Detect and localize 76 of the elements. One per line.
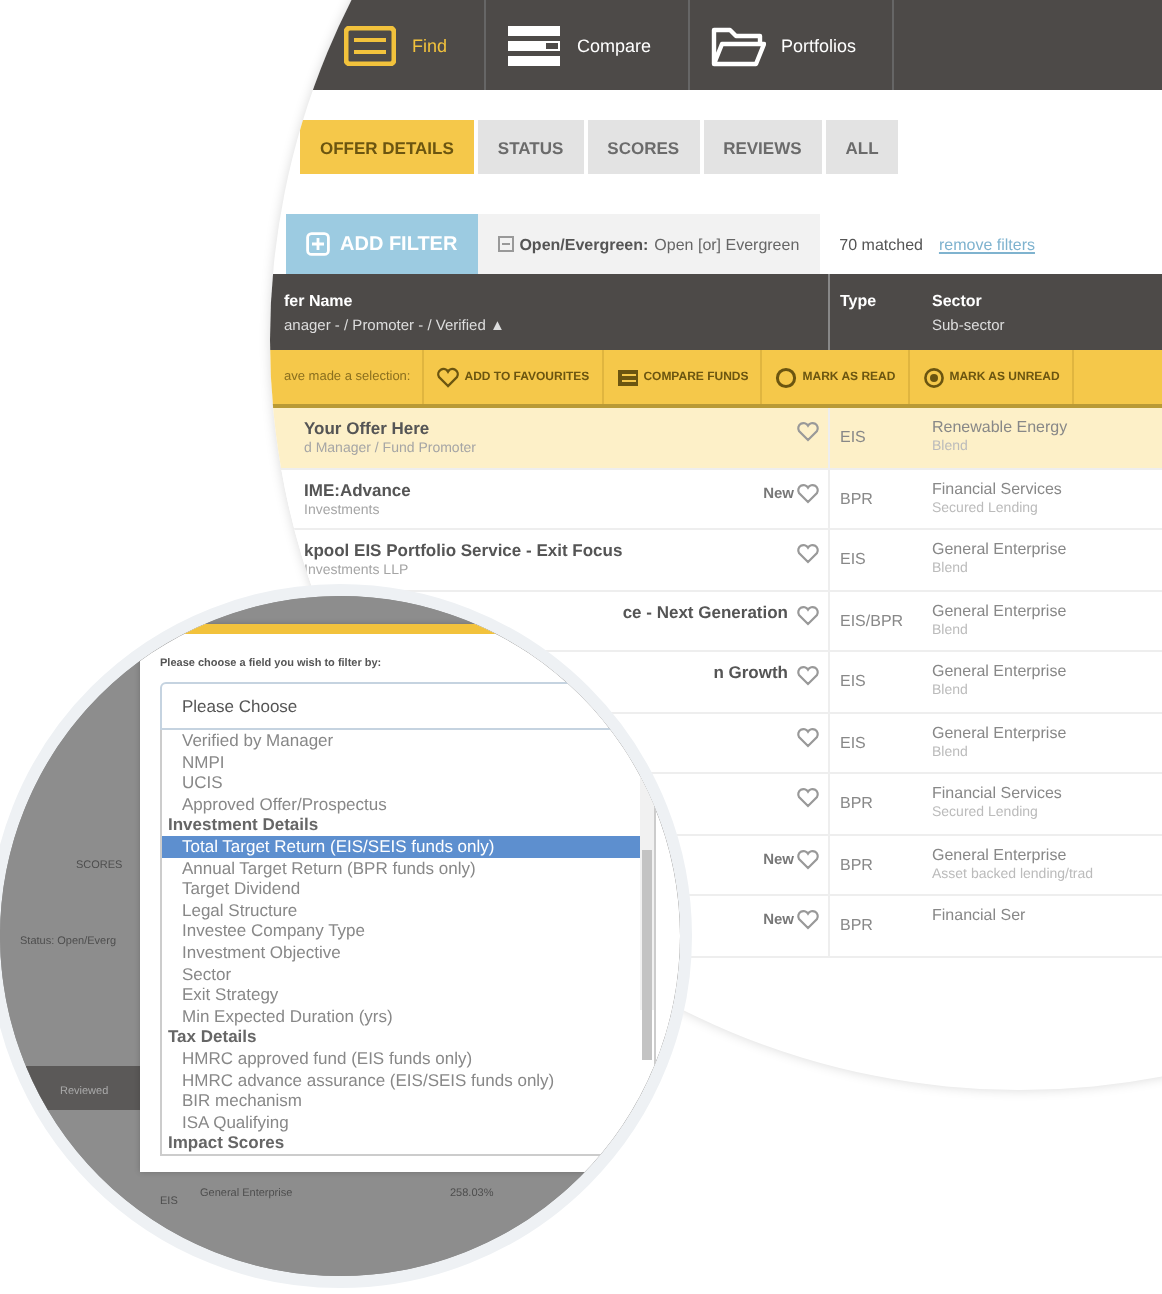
option[interactable]: Total Target Return (EIS/SEIS funds only) bbox=[162, 835, 640, 858]
tab[interactable]: STATUS bbox=[477, 120, 584, 174]
fund-type: BPR bbox=[840, 489, 873, 508]
heart-icon bbox=[796, 420, 820, 442]
column-header[interactable]: fer Name bbox=[284, 292, 828, 310]
offer-name[interactable]: n Growth bbox=[713, 662, 788, 682]
option[interactable]: UCIS bbox=[162, 772, 640, 794]
option-group-label: Tax Details bbox=[166, 1026, 259, 1048]
tab[interactable]: REVIEWS bbox=[703, 120, 822, 174]
heart-icon bbox=[796, 481, 820, 503]
option[interactable]: Legal Structure bbox=[162, 899, 640, 921]
heart-icon bbox=[796, 542, 820, 564]
nav-tab[interactable]: Portfolios bbox=[689, 0, 895, 90]
offer-name[interactable]: Your Offer Here bbox=[304, 418, 476, 438]
sector-name: General Enterprise bbox=[932, 723, 1069, 741]
match-count: 70 matched bbox=[839, 235, 923, 253]
option[interactable]: Exit Strategy bbox=[162, 984, 640, 1006]
column-header[interactable]: Type bbox=[840, 292, 924, 310]
option[interactable]: HMRC approved fund (EIS funds only) bbox=[162, 1047, 640, 1069]
sector-name: Renewable Energy bbox=[932, 418, 1070, 436]
fund-type: BPR bbox=[840, 916, 873, 935]
tab[interactable]: OFFER DETAILS bbox=[300, 120, 474, 174]
option-group-label: Investment Details bbox=[166, 814, 321, 836]
heart-icon bbox=[796, 847, 820, 869]
option[interactable]: Investment Objective bbox=[162, 941, 640, 964]
sector-name: General Enterprise bbox=[932, 540, 1069, 558]
offer-name[interactable]: ce - Next Generation bbox=[622, 601, 788, 621]
heart-icon bbox=[796, 603, 820, 625]
sector-name: General Enterprise bbox=[932, 845, 1069, 863]
option[interactable]: Target Dividend bbox=[162, 878, 640, 900]
offer-name[interactable]: kpool EIS Portfolio Service - Exit Focus bbox=[304, 540, 623, 560]
sector-name: Financial Ser bbox=[932, 906, 1028, 924]
fund-type: EIS/BPR bbox=[840, 611, 904, 630]
option[interactable]: BIR mechanism bbox=[162, 1090, 640, 1112]
option[interactable]: Verified by Manager bbox=[162, 730, 640, 752]
option-group-label: Impact Scores bbox=[166, 1132, 287, 1154]
tab[interactable]: ALL bbox=[825, 120, 899, 174]
fund-type: EIS bbox=[840, 550, 866, 569]
option[interactable]: ISA Qualifying bbox=[162, 1111, 640, 1133]
option[interactable]: Investee Company Type bbox=[162, 920, 640, 942]
option[interactable]: HMRC advance assurance (EIS/SEIS funds only) bbox=[162, 1069, 640, 1091]
radio-icon bbox=[921, 365, 946, 389]
sector-name: Financial Services bbox=[932, 479, 1064, 497]
nav-tab[interactable]: Compare bbox=[485, 0, 690, 90]
option[interactable]: NMPI bbox=[162, 751, 640, 773]
fund-type: EIS bbox=[840, 672, 866, 691]
filter-chip[interactable]: Open/Evergreen: Open [or] Evergreen bbox=[477, 214, 820, 274]
option[interactable]: Sector bbox=[162, 963, 640, 985]
sector-name: Financial Services bbox=[932, 784, 1064, 802]
remove-filters-link[interactable]: remove filters bbox=[938, 235, 1035, 253]
plus-box-icon bbox=[306, 232, 330, 256]
scrollbar-thumb[interactable] bbox=[642, 850, 652, 1060]
minus-box-icon bbox=[497, 236, 514, 252]
folder-icon bbox=[709, 23, 766, 67]
fund-type: BPR bbox=[840, 855, 873, 874]
heart-icon bbox=[796, 664, 820, 686]
list-icon bbox=[344, 25, 396, 65]
fund-type: EIS bbox=[840, 428, 866, 447]
fund-type: EIS bbox=[840, 733, 866, 752]
sector-name: General Enterprise bbox=[932, 601, 1069, 619]
option[interactable]: Approved Offer/Prospectus bbox=[162, 793, 640, 815]
heart-icon bbox=[796, 908, 820, 930]
stack-icon bbox=[505, 23, 562, 67]
option[interactable]: Annual Target Return (BPR funds only) bbox=[162, 857, 640, 879]
column-header[interactable]: Sector bbox=[932, 292, 1162, 310]
heart-icon bbox=[796, 725, 820, 747]
circle-icon bbox=[774, 365, 799, 389]
heart-icon bbox=[796, 786, 820, 808]
option[interactable]: Min Expected Duration (yrs) bbox=[162, 1005, 640, 1027]
fund-type: BPR bbox=[840, 794, 873, 813]
list-icon bbox=[615, 365, 640, 389]
tab[interactable]: SCORES bbox=[587, 120, 700, 174]
sector-name: General Enterprise bbox=[932, 662, 1069, 680]
offer-name[interactable]: IME:Advance bbox=[304, 479, 411, 499]
heart-icon bbox=[436, 365, 461, 389]
nav-tab[interactable]: Find bbox=[324, 0, 486, 90]
